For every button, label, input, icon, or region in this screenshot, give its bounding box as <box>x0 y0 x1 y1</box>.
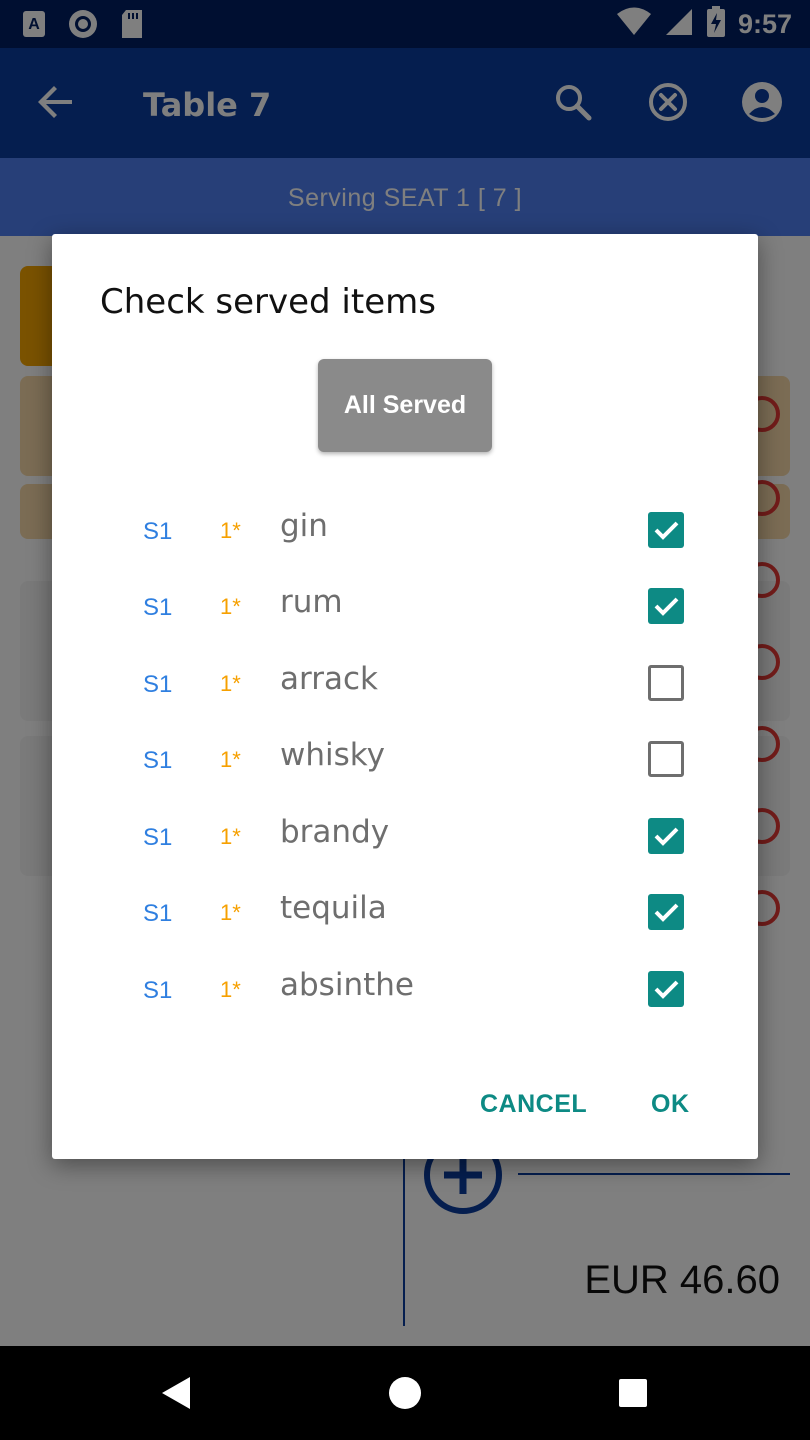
seat-label: S1 <box>143 594 173 621</box>
served-items-dialog: Check served items All Served S1 1* gin … <box>52 234 758 1159</box>
served-checkbox[interactable] <box>648 818 684 854</box>
dialog-title: Check served items <box>100 282 436 322</box>
seat-label: S1 <box>143 900 173 927</box>
served-checkbox[interactable] <box>648 894 684 930</box>
item-name: brandy <box>280 814 390 850</box>
all-served-button[interactable]: All Served <box>318 359 492 452</box>
item-name: tequila <box>280 890 387 926</box>
served-checkbox[interactable] <box>648 971 684 1007</box>
item-name: whisky <box>280 737 385 773</box>
quantity-label: 1* <box>220 824 241 849</box>
list-item: S1 1* rum <box>52 578 758 638</box>
navigation-bar <box>0 1346 810 1440</box>
back-triangle-icon[interactable] <box>158 1374 194 1416</box>
quantity-label: 1* <box>220 747 241 772</box>
seat-label: S1 <box>143 824 173 851</box>
list-item: S1 1* absinthe <box>52 961 758 1021</box>
served-checkbox[interactable] <box>648 741 684 777</box>
seat-label: S1 <box>143 671 173 698</box>
list-item: S1 1* gin <box>52 502 758 562</box>
seat-label: S1 <box>143 518 173 545</box>
quantity-label: 1* <box>220 900 241 925</box>
quantity-label: 1* <box>220 977 241 1002</box>
item-name: absinthe <box>280 967 414 1003</box>
served-checkbox[interactable] <box>648 665 684 701</box>
cancel-button[interactable]: CANCEL <box>480 1090 587 1119</box>
seat-label: S1 <box>143 747 173 774</box>
served-checkbox[interactable] <box>648 588 684 624</box>
served-checkbox[interactable] <box>648 512 684 548</box>
recents-square-icon[interactable] <box>617 1377 649 1413</box>
list-item: S1 1* tequila <box>52 884 758 944</box>
quantity-label: 1* <box>220 671 241 696</box>
quantity-label: 1* <box>220 518 241 543</box>
home-circle-icon[interactable] <box>387 1375 423 1415</box>
item-name: arrack <box>280 661 378 697</box>
list-item: S1 1* whisky <box>52 731 758 791</box>
ok-button[interactable]: OK <box>651 1090 690 1119</box>
item-name: rum <box>280 584 343 620</box>
item-name: gin <box>280 508 328 544</box>
quantity-label: 1* <box>220 594 241 619</box>
seat-label: S1 <box>143 977 173 1004</box>
list-item: S1 1* arrack <box>52 655 758 715</box>
list-item: S1 1* brandy <box>52 808 758 868</box>
